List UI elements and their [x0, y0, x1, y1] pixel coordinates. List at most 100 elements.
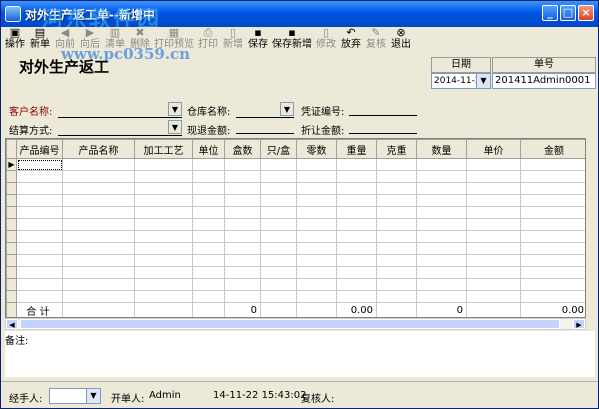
grid-cell[interactable] [134, 206, 193, 219]
voucher-input[interactable] [349, 102, 417, 116]
table-row[interactable] [6, 242, 585, 255]
toolbar-button-8[interactable]: ▯ 新增 [221, 27, 245, 51]
chevron-down-icon[interactable]: ▼ [280, 102, 294, 116]
grid-cell[interactable] [62, 266, 135, 279]
grid-cell[interactable] [62, 206, 135, 219]
grid-cell[interactable] [466, 170, 521, 183]
grid-cell[interactable] [16, 230, 63, 243]
grid-cell[interactable] [376, 218, 417, 231]
column-header[interactable]: 零数 [296, 139, 337, 159]
grid-cell[interactable] [134, 158, 193, 171]
grid-cell[interactable] [260, 230, 297, 243]
table-row[interactable]: ▶ [6, 158, 585, 171]
grid-cell[interactable] [466, 194, 521, 207]
grid-cell[interactable] [416, 266, 467, 279]
grid-cell[interactable] [224, 266, 261, 279]
grid-cell[interactable] [416, 158, 467, 171]
grid-cell[interactable] [416, 170, 467, 183]
table-row[interactable] [6, 182, 585, 195]
close-button[interactable]: × [578, 5, 594, 21]
grid-cell[interactable] [134, 218, 193, 231]
grid-cell[interactable] [416, 230, 467, 243]
grid-cell[interactable] [134, 242, 193, 255]
column-header[interactable]: 金额 [520, 139, 585, 159]
grid-cell[interactable] [416, 254, 467, 267]
chevron-down-icon[interactable]: ▼ [476, 74, 490, 88]
grid-cell[interactable] [296, 218, 337, 231]
grid-cell[interactable] [224, 290, 261, 303]
toolbar-button-7[interactable]: ⎙ 打印 [196, 27, 220, 51]
grid-cell[interactable] [466, 230, 521, 243]
grid-cell[interactable] [260, 242, 297, 255]
column-header[interactable]: 加工工艺 [134, 139, 193, 159]
grid-cell[interactable] [376, 182, 417, 195]
grid-cell[interactable] [192, 266, 225, 279]
grid-cell[interactable] [224, 254, 261, 267]
column-header[interactable]: 单价 [466, 139, 521, 159]
grid-cell[interactable] [192, 230, 225, 243]
grid-cell[interactable] [336, 218, 377, 231]
grid-cell[interactable] [376, 278, 417, 291]
grid-cell[interactable] [192, 206, 225, 219]
grid-cell[interactable] [224, 182, 261, 195]
grid-cell[interactable] [520, 278, 585, 291]
grid-cell[interactable] [224, 194, 261, 207]
toolbar-button-9[interactable]: ▪ 保存 [246, 27, 270, 51]
grid-cell[interactable] [260, 218, 297, 231]
grid-cell[interactable] [16, 194, 63, 207]
grid-cell[interactable] [16, 278, 63, 291]
table-row[interactable] [6, 218, 585, 231]
grid-cell[interactable] [260, 278, 297, 291]
grid-cell[interactable] [16, 290, 63, 303]
table-row[interactable] [6, 194, 585, 207]
grid-cell[interactable] [336, 182, 377, 195]
column-header[interactable]: 重量 [336, 139, 377, 159]
grid-cell[interactable] [336, 278, 377, 291]
column-header[interactable]: 产品编号 [16, 139, 63, 159]
grid-cell[interactable] [192, 290, 225, 303]
grid-cell[interactable] [376, 158, 417, 171]
grid-cell[interactable] [336, 206, 377, 219]
grid-cell[interactable] [296, 278, 337, 291]
grid-cell[interactable] [466, 242, 521, 255]
table-row[interactable] [6, 206, 585, 219]
grid-cell[interactable] [336, 158, 377, 171]
grid-cell[interactable] [62, 218, 135, 231]
grid-cell[interactable] [336, 230, 377, 243]
table-row[interactable] [6, 266, 585, 279]
minimize-button[interactable]: _ [542, 5, 558, 21]
discount-input[interactable] [349, 120, 417, 134]
grid-cell[interactable] [336, 170, 377, 183]
column-header[interactable]: 产品名称 [62, 139, 135, 159]
grid-cell[interactable] [296, 242, 337, 255]
grid-cell[interactable] [520, 254, 585, 267]
grid-cell[interactable] [336, 194, 377, 207]
grid-cell[interactable] [260, 194, 297, 207]
date-picker[interactable]: 2014-11-22 ▼ [431, 73, 491, 89]
scroll-left-icon[interactable]: ◀ [6, 319, 18, 329]
chevron-down-icon[interactable]: ▼ [86, 389, 100, 403]
table-row[interactable] [6, 230, 585, 243]
grid-cell[interactable] [224, 206, 261, 219]
grid-cell[interactable] [376, 266, 417, 279]
grid-cell[interactable] [192, 218, 225, 231]
grid-cell[interactable] [296, 230, 337, 243]
grid-cell[interactable] [296, 290, 337, 303]
grid-cell[interactable] [416, 278, 467, 291]
grid-cell[interactable] [336, 242, 377, 255]
grid-cell[interactable] [520, 290, 585, 303]
grid-cell[interactable] [466, 290, 521, 303]
grid-cell[interactable] [520, 242, 585, 255]
grid-cell[interactable] [466, 266, 521, 279]
grid-cell[interactable] [416, 194, 467, 207]
warehouse-select[interactable]: ▼ [236, 102, 294, 118]
grid-cell[interactable] [466, 182, 521, 195]
grid-cell[interactable] [16, 218, 63, 231]
grid-cell[interactable] [466, 158, 521, 171]
grid-cell[interactable] [62, 182, 135, 195]
maximize-button[interactable]: □ [560, 5, 576, 21]
grid-cell[interactable] [134, 182, 193, 195]
grid-cell[interactable] [376, 170, 417, 183]
grid-cell[interactable] [416, 206, 467, 219]
grid-cell[interactable] [520, 206, 585, 219]
